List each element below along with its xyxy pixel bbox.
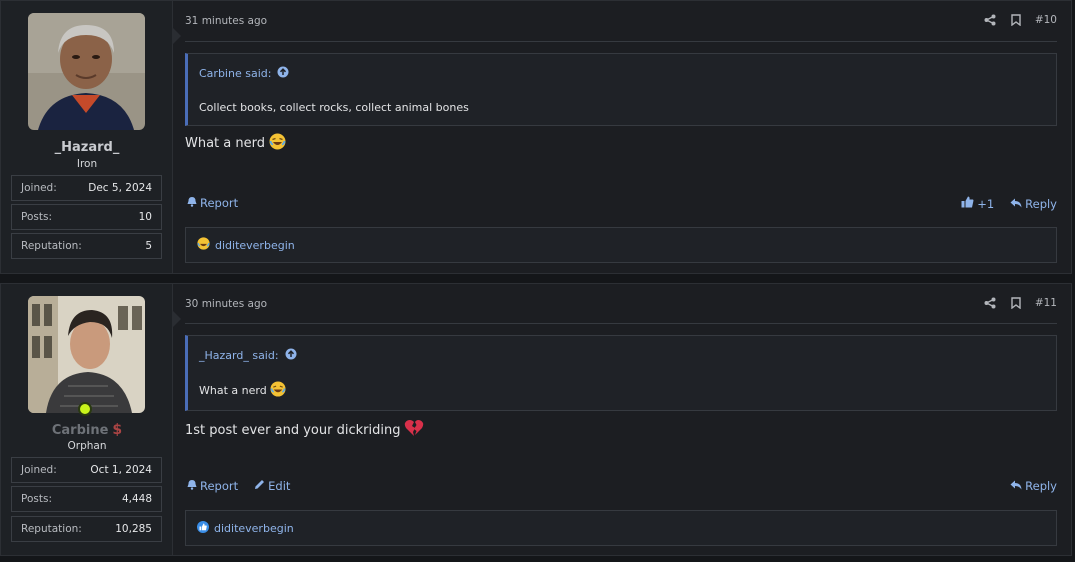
reactions-bar[interactable]: diditeverbegin — [185, 510, 1057, 546]
reply-label: Reply — [1025, 196, 1057, 211]
thumbs-up-icon — [961, 196, 974, 211]
post-message: 1st post ever and your dickriding — [185, 419, 424, 441]
like-count: +1 — [977, 196, 995, 211]
post-body: 30 minutes ago #11 _Hazard_ said: What a… — [185, 284, 1057, 555]
thumbs-up-icon — [197, 520, 209, 536]
stat-reputation: Reputation: 10,285 — [11, 516, 162, 542]
bell-icon — [187, 196, 197, 210]
username[interactable]: _Hazard_ — [1, 140, 173, 155]
report-button[interactable]: Report — [187, 196, 238, 210]
pencil-icon — [254, 479, 265, 493]
quote-author[interactable]: Carbine said: — [199, 67, 271, 80]
broken-heart-icon — [404, 419, 424, 441]
edit-label: Edit — [268, 479, 291, 493]
reply-arrow-icon — [1010, 479, 1022, 493]
arrow-up-circle-icon[interactable] — [285, 348, 297, 363]
stat-label: Posts: — [21, 493, 52, 505]
bell-icon — [187, 479, 197, 493]
reaction-user-link[interactable]: diditeverbegin — [215, 239, 295, 252]
stat-label: Reputation: — [21, 240, 82, 252]
report-label: Report — [200, 479, 239, 493]
edit-button[interactable]: Edit — [254, 479, 290, 493]
share-icon[interactable] — [983, 13, 997, 27]
stat-joined: Joined: Oct 1, 2024 — [11, 457, 162, 483]
user-rank: Iron — [76, 158, 98, 170]
username-row: Carbine $ — [1, 422, 173, 438]
panel-arrow — [172, 310, 181, 328]
laughing-face-icon — [270, 381, 286, 400]
header-divider — [185, 41, 1057, 42]
stat-value: 10,285 — [115, 523, 152, 535]
stat-value: Oct 1, 2024 — [90, 464, 152, 476]
like-button[interactable]: +1 — [961, 196, 994, 211]
stat-reputation: Reputation: 5 — [11, 233, 162, 259]
stat-label: Joined: — [21, 464, 57, 476]
report-button[interactable]: Report — [187, 479, 238, 493]
stat-posts: Posts: 10 — [11, 204, 162, 230]
reply-button[interactable]: Reply — [1010, 479, 1057, 493]
post-actions-right: +1 Reply — [961, 196, 1057, 211]
bookmark-icon[interactable] — [1009, 296, 1023, 310]
post-tools: #11 — [983, 296, 1057, 310]
post-timestamp[interactable]: 31 minutes ago — [185, 15, 267, 27]
stat-value: 10 — [138, 211, 152, 223]
user-avatar[interactable] — [28, 13, 145, 130]
username[interactable]: Carbine — [52, 423, 109, 438]
share-icon[interactable] — [983, 296, 997, 310]
stat-label: Posts: — [21, 211, 52, 223]
user-info-panel: _Hazard_ Iron Joined: Dec 5, 2024 Posts:… — [1, 1, 181, 273]
quote-block: Carbine said: Collect books, collect roc… — [185, 53, 1057, 126]
quote-header[interactable]: _Hazard_ said: — [199, 348, 297, 363]
post-actions-left: Report Edit — [187, 479, 290, 493]
message-text: What a nerd — [185, 136, 265, 151]
quote-block: _Hazard_ said: What a nerd — [185, 335, 1057, 411]
reply-button[interactable]: Reply — [1010, 196, 1057, 211]
quote-text-row: What a nerd — [199, 381, 286, 400]
quote-header[interactable]: Carbine said: — [199, 66, 289, 81]
post-actions-right: Reply — [1010, 479, 1057, 493]
quote-text: What a nerd — [199, 384, 267, 397]
report-label: Report — [200, 196, 239, 210]
post-10: _Hazard_ Iron Joined: Dec 5, 2024 Posts:… — [0, 0, 1072, 274]
stat-joined: Joined: Dec 5, 2024 — [11, 175, 162, 201]
header-divider — [185, 323, 1057, 324]
post-11: Carbine $ Orphan Joined: Oct 1, 2024 Pos… — [0, 283, 1072, 556]
bookmark-icon[interactable] — [1009, 13, 1023, 27]
reaction-user-link[interactable]: diditeverbegin — [214, 522, 294, 535]
stat-label: Joined: — [21, 182, 57, 194]
reactions-bar[interactable]: diditeverbegin — [185, 227, 1057, 263]
stat-value: 5 — [145, 240, 152, 252]
stat-posts: Posts: 4,448 — [11, 486, 162, 512]
post-number[interactable]: #11 — [1035, 297, 1057, 309]
user-rank: Orphan — [67, 440, 107, 452]
reply-arrow-icon — [1010, 197, 1022, 211]
stat-value: Dec 5, 2024 — [88, 182, 152, 194]
reply-label: Reply — [1025, 479, 1057, 493]
post-timestamp[interactable]: 30 minutes ago — [185, 298, 267, 310]
post-number[interactable]: #10 — [1035, 14, 1057, 26]
message-text: 1st post ever and your dickriding — [185, 422, 401, 438]
arrow-up-circle-icon[interactable] — [277, 66, 289, 81]
laughing-face-icon — [269, 133, 286, 154]
panel-arrow — [172, 27, 181, 45]
quote-author[interactable]: _Hazard_ said: — [199, 349, 279, 362]
laughing-face-icon — [197, 237, 210, 253]
post-body: 31 minutes ago #10 Carbine said: Collect… — [185, 1, 1057, 273]
stat-value: 4,448 — [121, 493, 152, 505]
dollar-sign-icon: $ — [112, 422, 123, 438]
user-info-panel: Carbine $ Orphan Joined: Oct 1, 2024 Pos… — [1, 284, 181, 555]
stat-label: Reputation: — [21, 523, 82, 535]
post-actions-left: Report — [187, 196, 238, 210]
post-message: What a nerd — [185, 133, 286, 154]
quote-text: Collect books, collect rocks, collect an… — [199, 101, 469, 114]
post-tools: #10 — [983, 13, 1057, 27]
user-avatar[interactable] — [28, 296, 145, 413]
online-status-dot — [78, 402, 92, 416]
